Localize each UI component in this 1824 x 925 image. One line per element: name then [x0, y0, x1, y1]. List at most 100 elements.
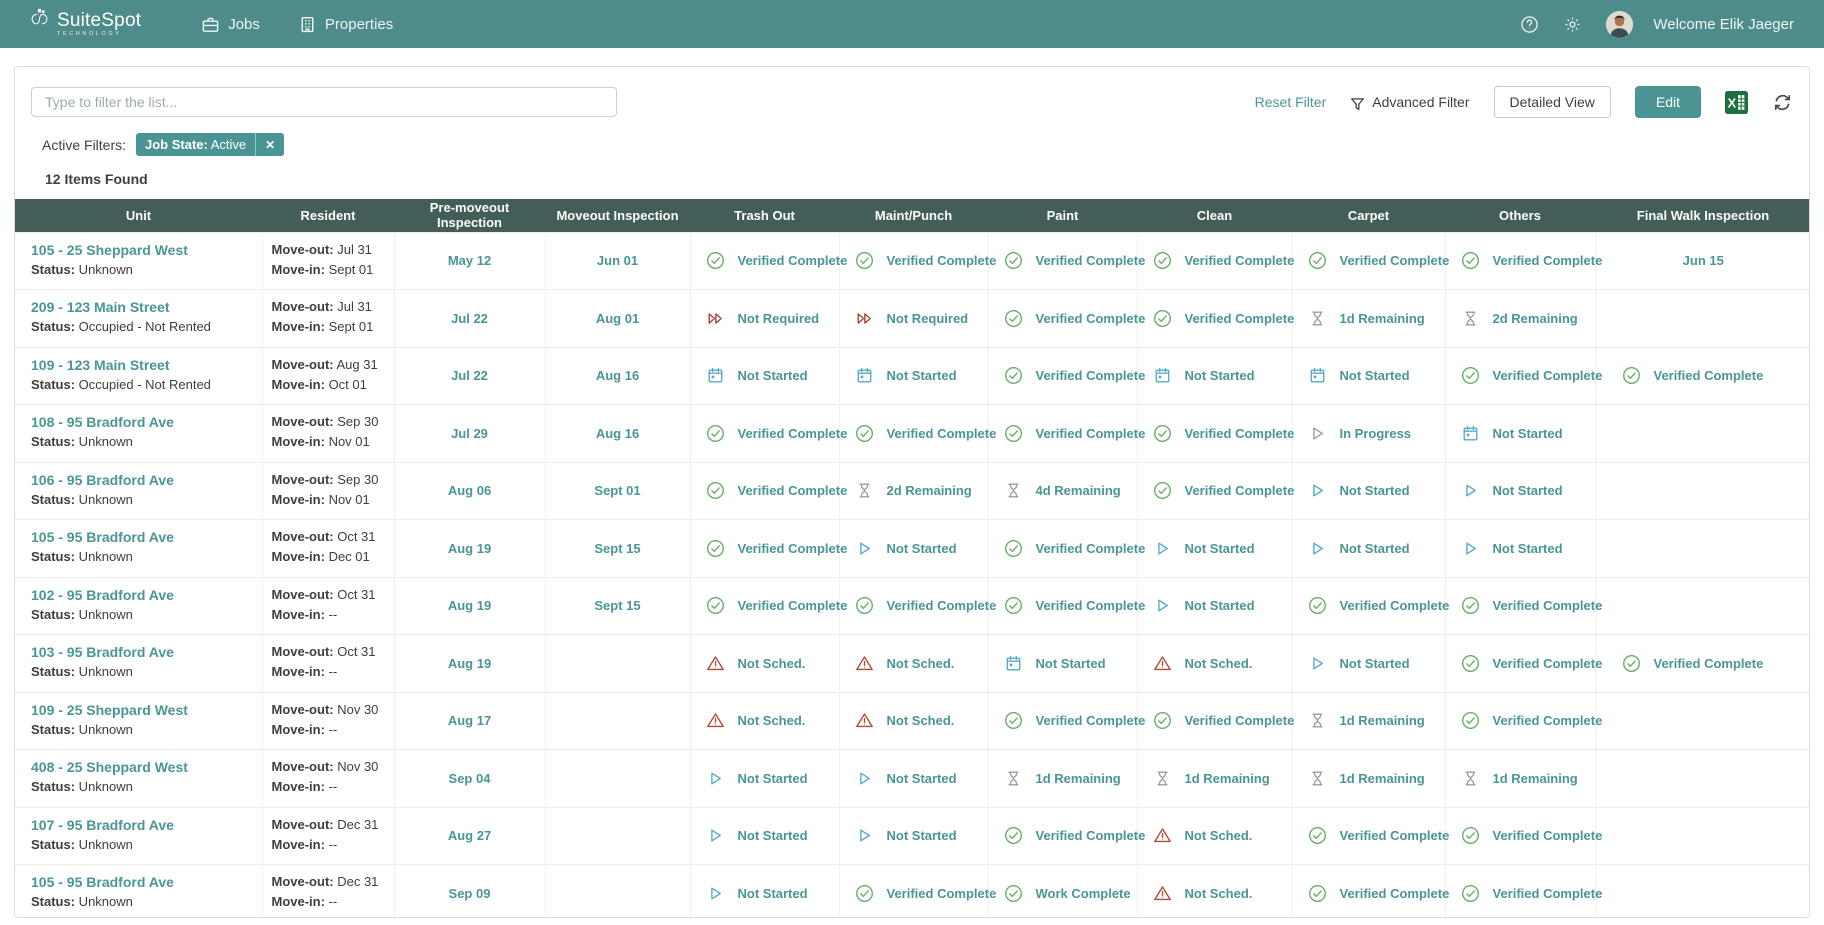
stage-status[interactable]: Not Sched.	[691, 654, 839, 673]
pre-moveout-inspection-date[interactable]: Aug 17	[394, 692, 545, 750]
moveout-inspection-date[interactable]: Jun 01	[545, 232, 690, 290]
column-header[interactable]: Paint	[988, 199, 1137, 232]
stage-status[interactable]: Not Started	[1293, 481, 1445, 500]
stage-status[interactable]: Verified Complete	[691, 424, 839, 443]
pre-moveout-inspection-date[interactable]: Sep 04	[394, 750, 545, 808]
stage-status[interactable]: Verified Complete	[1446, 884, 1595, 903]
stage-status[interactable]: Not Started	[691, 366, 839, 385]
nav-item-jobs[interactable]: Jobs	[201, 15, 260, 34]
final-walk-inspection-date[interactable]: Jun 15	[1595, 232, 1810, 290]
stage-status[interactable]: Verified Complete	[1446, 596, 1595, 615]
stage-status[interactable]: Verified Complete	[840, 884, 988, 903]
stage-status[interactable]: 1d Remaining	[1293, 711, 1445, 730]
stage-status[interactable]: Not Started	[1293, 366, 1445, 385]
reset-filter-link[interactable]: Reset Filter	[1255, 94, 1327, 110]
detailed-view-button[interactable]: Detailed View	[1494, 86, 1611, 118]
stage-status[interactable]: Verified Complete	[1446, 654, 1595, 673]
unit-link[interactable]: 105 - 95 Bradford Ave	[31, 529, 256, 545]
stage-status[interactable]: Not Started	[1446, 539, 1595, 558]
stage-status[interactable]: 1d Remaining	[1446, 769, 1595, 788]
stage-status[interactable]: Verified Complete	[1446, 826, 1595, 845]
stage-status[interactable]: Not Required	[691, 309, 839, 328]
stage-status[interactable]: Not Started	[1446, 481, 1595, 500]
stage-status[interactable]: Verified Complete	[1293, 884, 1445, 903]
unit-link[interactable]: 106 - 95 Bradford Ave	[31, 472, 256, 488]
filter-chip-remove-icon[interactable]: ✕	[255, 133, 284, 156]
pre-moveout-inspection-date[interactable]: Sep 09	[394, 865, 545, 919]
column-header[interactable]: Pre-moveout Inspection	[394, 199, 545, 232]
moveout-inspection-date[interactable]: Sept 15	[545, 520, 690, 578]
stage-status[interactable]: 1d Remaining	[989, 769, 1137, 788]
stage-status[interactable]: Not Started	[840, 826, 988, 845]
column-header[interactable]: Resident	[262, 199, 394, 232]
pre-moveout-inspection-date[interactable]: Aug 27	[394, 807, 545, 865]
pre-moveout-inspection-date[interactable]: Aug 19	[394, 577, 545, 635]
stage-status[interactable]: Verified Complete	[1138, 309, 1292, 328]
stage-status[interactable]: Not Started	[1293, 539, 1445, 558]
stage-status[interactable]: Verified Complete	[1446, 366, 1595, 385]
pre-moveout-inspection-date[interactable]: Aug 19	[394, 635, 545, 693]
stage-status[interactable]: Not Sched.	[840, 711, 988, 730]
stage-status[interactable]: 1d Remaining	[1138, 769, 1292, 788]
stage-status[interactable]: Verified Complete	[840, 424, 988, 443]
suitespot-logo[interactable]: SuiteSpot TECHNOLOGY	[30, 7, 141, 41]
column-header[interactable]: Final Walk Inspection	[1595, 199, 1810, 232]
moveout-inspection-date[interactable]: Aug 16	[545, 405, 690, 463]
stage-status[interactable]: Verified Complete	[989, 251, 1137, 270]
stage-status[interactable]: Not Started	[691, 884, 839, 903]
stage-status[interactable]: Verified Complete	[691, 539, 839, 558]
moveout-inspection-date[interactable]	[545, 635, 690, 693]
pre-moveout-inspection-date[interactable]: Aug 06	[394, 462, 545, 520]
stage-status[interactable]: 2d Remaining	[840, 481, 988, 500]
refresh-icon[interactable]	[1772, 92, 1793, 113]
stage-status[interactable]: Work Complete	[989, 884, 1137, 903]
stage-status[interactable]: Not Sched.	[1138, 826, 1292, 845]
stage-status[interactable]: Verified Complete	[1138, 251, 1292, 270]
final-walk-status[interactable]: Verified Complete	[1596, 366, 1811, 385]
stage-status[interactable]: Verified Complete	[989, 826, 1137, 845]
moveout-inspection-date[interactable]	[545, 750, 690, 808]
stage-status[interactable]: Verified Complete	[691, 251, 839, 270]
stage-status[interactable]: Not Started	[1138, 539, 1292, 558]
moveout-inspection-date[interactable]	[545, 865, 690, 919]
column-header[interactable]: Others	[1445, 199, 1595, 232]
search-input[interactable]	[31, 87, 617, 117]
stage-status[interactable]: Verified Complete	[1293, 826, 1445, 845]
moveout-inspection-date[interactable]: Aug 16	[545, 347, 690, 405]
stage-status[interactable]: Not Started	[691, 826, 839, 845]
stage-status[interactable]: Verified Complete	[691, 481, 839, 500]
stage-status[interactable]: Not Started	[1138, 596, 1292, 615]
column-header[interactable]: Unit	[15, 199, 262, 232]
advanced-filter-button[interactable]: Advanced Filter	[1350, 94, 1469, 110]
stage-status[interactable]: Not Sched.	[691, 711, 839, 730]
stage-status[interactable]: 1d Remaining	[1293, 309, 1445, 328]
moveout-inspection-date[interactable]	[545, 807, 690, 865]
unit-link[interactable]: 108 - 95 Bradford Ave	[31, 414, 256, 430]
pre-moveout-inspection-date[interactable]: Jul 29	[394, 405, 545, 463]
stage-status[interactable]: Not Sched.	[1138, 654, 1292, 673]
stage-status[interactable]: Not Started	[840, 366, 988, 385]
stage-status[interactable]: Verified Complete	[691, 596, 839, 615]
stage-status[interactable]: Verified Complete	[1446, 251, 1595, 270]
stage-status[interactable]: Verified Complete	[989, 539, 1137, 558]
unit-link[interactable]: 109 - 123 Main Street	[31, 357, 256, 373]
unit-link[interactable]: 105 - 95 Bradford Ave	[31, 874, 256, 890]
stage-status[interactable]: Not Started	[1293, 654, 1445, 673]
stage-status[interactable]: 4d Remaining	[989, 481, 1137, 500]
column-header[interactable]: Moveout Inspection	[545, 199, 690, 232]
stage-status[interactable]: Not Sched.	[840, 654, 988, 673]
moveout-inspection-date[interactable]: Sept 15	[545, 577, 690, 635]
stage-status[interactable]: Verified Complete	[840, 596, 988, 615]
unit-link[interactable]: 109 - 25 Sheppard West	[31, 702, 256, 718]
stage-status[interactable]: Not Started	[840, 769, 988, 788]
stage-status[interactable]: Not Started	[840, 539, 988, 558]
stage-status[interactable]: 2d Remaining	[1446, 309, 1595, 328]
stage-status[interactable]: Verified Complete	[989, 711, 1137, 730]
stage-status[interactable]: Verified Complete	[1138, 481, 1292, 500]
column-header[interactable]: Maint/Punch	[839, 199, 988, 232]
unit-link[interactable]: 103 - 95 Bradford Ave	[31, 644, 256, 660]
pre-moveout-inspection-date[interactable]: Jul 22	[394, 290, 545, 348]
stage-status[interactable]: Verified Complete	[1293, 596, 1445, 615]
stage-status[interactable]: Not Started	[691, 769, 839, 788]
stage-status[interactable]: Not Started	[1446, 424, 1595, 443]
